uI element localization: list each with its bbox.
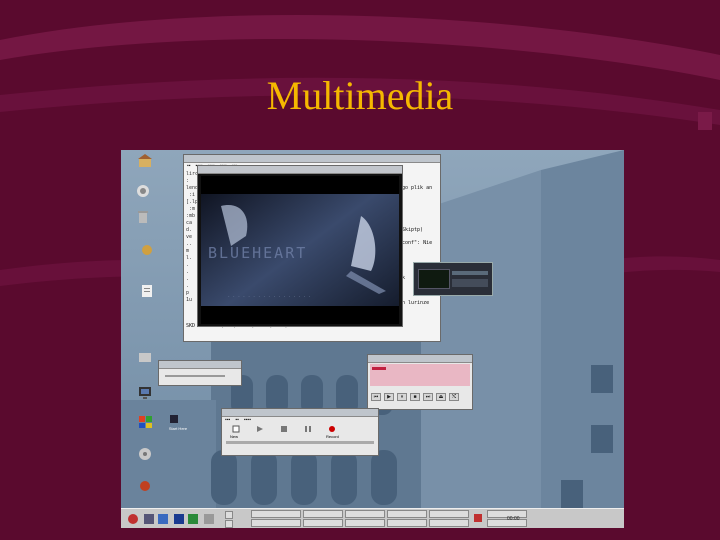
- task-button-1[interactable]: [251, 510, 301, 518]
- volume-dialog-titlebar[interactable]: [159, 361, 241, 369]
- pause-icon[interactable]: [304, 425, 312, 433]
- play-button[interactable]: ▶: [384, 393, 394, 401]
- sound-recorder-window[interactable]: ▪▪▪ ▪▪ ▪▪▪▪ New Record: [221, 408, 379, 456]
- play-icon[interactable]: [256, 425, 264, 433]
- shuffle-button[interactable]: ⤭: [449, 393, 459, 401]
- launcher-icon-3[interactable]: [203, 513, 215, 525]
- document-icon[interactable]: [139, 284, 155, 298]
- record-label: Record: [326, 434, 339, 439]
- start-here-small-icon[interactable]: [169, 414, 179, 424]
- skin-player-window[interactable]: [413, 262, 493, 296]
- word-icon[interactable]: [173, 513, 185, 525]
- media-player-titlebar[interactable]: [368, 355, 472, 363]
- record-icon[interactable]: [328, 425, 336, 433]
- windows-logo-icon[interactable]: [137, 415, 153, 429]
- prev-button[interactable]: ⏮: [371, 393, 381, 401]
- excel-icon[interactable]: [187, 513, 199, 525]
- gnome-menu-icon[interactable]: [127, 513, 139, 525]
- new-icon[interactable]: [232, 425, 240, 433]
- home-folder-icon[interactable]: [137, 154, 153, 168]
- sound-recorder-titlebar[interactable]: [222, 409, 378, 417]
- task-button-4[interactable]: [303, 519, 343, 527]
- recorder-status: [226, 447, 374, 453]
- taskbar: 00:00: [121, 508, 624, 528]
- task-button-3[interactable]: [303, 510, 343, 518]
- media-player-selected-track[interactable]: [372, 367, 386, 370]
- terminal-line-3: conf": Nie: [402, 240, 433, 246]
- apple-icon[interactable]: [137, 478, 153, 492]
- slide-title: Multimedia: [266, 73, 454, 118]
- video-player-window[interactable]: BLUEHEART · · · · · · · · · · · · · · · …: [197, 165, 403, 327]
- task-button-8[interactable]: [387, 519, 427, 527]
- volume-dialog[interactable]: [158, 360, 242, 386]
- video-logo-text: BLUEHEART: [208, 244, 308, 262]
- taskbar-clock: 00:00: [507, 516, 520, 522]
- task-button-5[interactable]: [345, 510, 385, 518]
- gnome-foot-icon[interactable]: [139, 242, 155, 256]
- pager-2[interactable]: [225, 520, 233, 528]
- applet-icon[interactable]: [473, 513, 483, 523]
- stop-button[interactable]: ■: [410, 393, 420, 401]
- terminal-line-1: go plik an: [402, 185, 433, 191]
- disk-icon[interactable]: [137, 447, 153, 461]
- video-bottom-text: · · · · · · · · · · · · · · · · ·: [228, 294, 312, 300]
- terminal-titlebar[interactable]: [184, 155, 440, 163]
- task-button-9[interactable]: [429, 510, 469, 518]
- skin-player-controls[interactable]: [452, 279, 488, 287]
- skin-player-seekbar[interactable]: [452, 271, 488, 275]
- start-here-label: Start Here: [168, 426, 188, 431]
- volume-slider[interactable]: [165, 375, 225, 377]
- video-titlebar[interactable]: [198, 166, 402, 174]
- desktop-screenshot: Start Here ▪▪▪▪▪▪▪▪▪▪▪▪▪▪▪▪▪ lirc : lend…: [121, 150, 624, 528]
- skin-player-display: [418, 269, 450, 289]
- task-button-2[interactable]: [251, 519, 301, 527]
- next-button[interactable]: ⏭: [423, 393, 433, 401]
- sound-recorder-menubar: ▪▪▪ ▪▪ ▪▪▪▪: [225, 417, 251, 423]
- media-player-window[interactable]: ⏮ ▶ ⏸ ■ ⏭ ⏏ ⤭: [367, 354, 473, 410]
- task-button-7[interactable]: [387, 510, 427, 518]
- launcher-icon-1[interactable]: [143, 513, 155, 525]
- media-player-playlist[interactable]: [370, 364, 470, 386]
- trash-icon[interactable]: [135, 210, 151, 224]
- new-label: New: [230, 434, 239, 439]
- start-here-icon[interactable]: [135, 184, 151, 198]
- terminal-line-2: Skiptp): [402, 227, 424, 233]
- monitor-icon[interactable]: [137, 386, 153, 400]
- launcher-icon-2[interactable]: [157, 513, 169, 525]
- pager-1[interactable]: [225, 511, 233, 519]
- eject-button[interactable]: ⏏: [436, 393, 446, 401]
- terminal-line-5: n lurinze: [402, 300, 430, 306]
- pause-button[interactable]: ⏸: [397, 393, 407, 401]
- folder-icon[interactable]: [137, 350, 153, 364]
- task-button-6[interactable]: [345, 519, 385, 527]
- task-button-10[interactable]: [429, 519, 469, 527]
- recorder-position-slider[interactable]: [226, 441, 374, 444]
- stop-icon[interactable]: [280, 425, 288, 433]
